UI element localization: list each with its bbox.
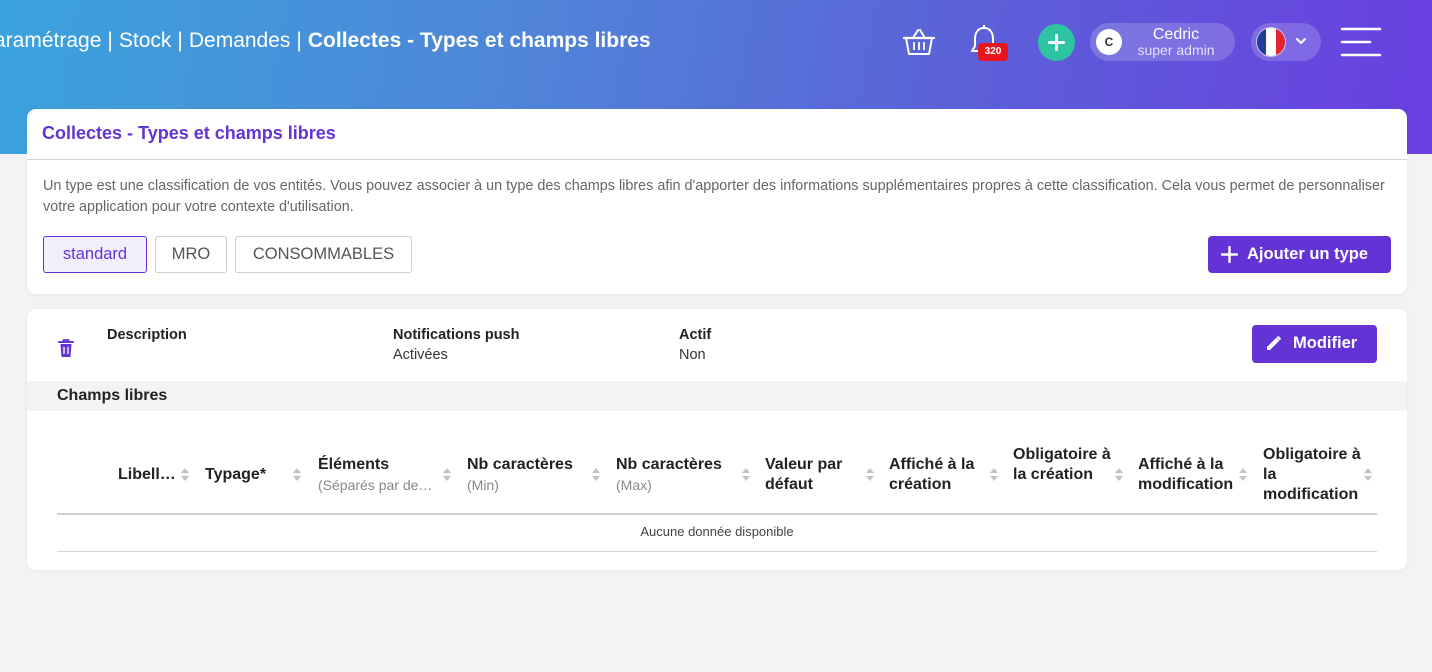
quick-add-button[interactable] — [1038, 24, 1075, 61]
type-detail-card: Description Notifications push Activées … — [27, 309, 1407, 570]
pencil-icon — [1267, 335, 1282, 350]
type-tab-mro[interactable]: MRO — [155, 236, 227, 273]
column-header-typage[interactable]: Typage* — [205, 465, 285, 485]
breadcrumb-separator: | — [107, 29, 113, 52]
sort-icon — [1364, 467, 1372, 483]
empty-table-message: Aucune donnée disponible — [640, 524, 794, 539]
sort-icon — [592, 467, 600, 483]
edit-button[interactable]: Modifier — [1252, 325, 1377, 363]
basket-icon[interactable] — [903, 27, 935, 57]
types-card: Collectes - Types et champs libres Un ty… — [27, 109, 1407, 294]
sort-icon — [990, 467, 998, 483]
card-title: Collectes - Types et champs libres — [42, 123, 336, 143]
sort-icon — [742, 467, 750, 483]
table-header-divider — [57, 513, 1377, 515]
plus-icon — [1221, 246, 1238, 263]
add-type-button[interactable]: Ajouter un type — [1208, 236, 1391, 273]
column-header-nb-min[interactable]: Nb caractères (Min) — [467, 455, 592, 496]
breadcrumb-current: Collectes - Types et champs libres — [307, 29, 651, 52]
field-value-notifications: Activées — [393, 347, 448, 363]
column-header-elements[interactable]: Éléments (Séparés par de… — [318, 455, 443, 496]
sort-icon — [293, 467, 301, 483]
language-selector[interactable] — [1251, 23, 1321, 61]
breadcrumb: aramétrage | Stock | Demandes | Collectes - Ty… — [0, 29, 651, 53]
type-tab-consommables[interactable]: CONSOMMABLES — [235, 236, 412, 273]
type-tab-standard[interactable]: standard — [43, 236, 147, 273]
column-header-valeur-defaut[interactable]: Valeur par défaut — [765, 455, 863, 495]
notification-badge: 320 — [978, 43, 1008, 61]
field-label-actif: Actif — [679, 327, 712, 343]
hamburger-menu-icon[interactable] — [1340, 26, 1382, 58]
column-header-nb-max[interactable]: Nb caractères (Max) — [616, 455, 741, 496]
sort-icon — [443, 467, 451, 483]
field-value-actif: Non — [679, 347, 706, 363]
column-header-affiche-creation[interactable]: Affiché à la création — [889, 455, 989, 495]
breadcrumb-item-stock[interactable]: Stock — [119, 29, 172, 52]
sort-icon — [1239, 467, 1247, 483]
user-menu[interactable]: C Cedric super admin — [1090, 23, 1235, 61]
table-footer-divider — [57, 551, 1377, 552]
types-description: Un type est une classification de vos en… — [43, 178, 1385, 215]
chevron-down-icon — [1296, 38, 1306, 44]
sort-icon — [1115, 467, 1123, 483]
breadcrumb-separator: | — [177, 29, 183, 52]
column-header-obligatoire-modification[interactable]: Obligatoire à la modification — [1263, 445, 1375, 505]
breadcrumb-item-demandes[interactable]: Demandes — [189, 29, 291, 52]
free-fields-section: Champs libres — [27, 381, 1407, 411]
column-header-libelle[interactable]: Libell… — [118, 465, 178, 485]
sort-icon — [866, 467, 874, 483]
breadcrumb-item-parametrage[interactable]: aramétrage — [0, 29, 101, 52]
field-label-description: Description — [107, 327, 187, 343]
column-header-affiche-modification[interactable]: Affiché à la modification — [1138, 455, 1248, 495]
column-header-obligatoire-creation[interactable]: Obligatoire à la création — [1013, 445, 1113, 485]
field-label-notifications: Notifications push — [393, 327, 520, 343]
breadcrumb-separator: | — [296, 29, 302, 52]
trash-icon[interactable] — [58, 339, 74, 358]
divider — [27, 159, 1407, 160]
fr-flag-icon — [1256, 27, 1286, 57]
section-title: Champs libres — [57, 387, 168, 404]
sort-icon — [181, 467, 189, 483]
user-role: super admin — [1137, 42, 1215, 58]
add-type-label: Ajouter un type — [1247, 245, 1369, 263]
edit-label: Modifier — [1293, 334, 1358, 352]
